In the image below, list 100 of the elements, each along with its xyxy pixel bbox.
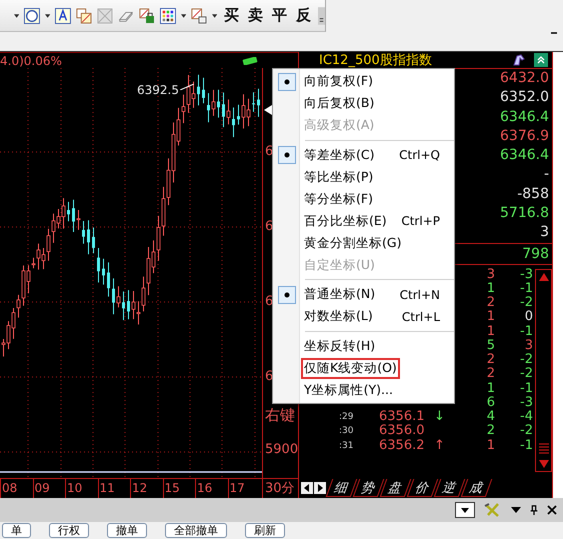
trade-price: 6356.2 [379, 438, 426, 453]
scroll-thumb-icon[interactable] [538, 441, 550, 456]
peak-price-label: 6392.5 [137, 83, 179, 97]
trade-volume: 1 [486, 282, 495, 296]
trade-price: 6356.0 [379, 424, 426, 439]
close-icon[interactable] [547, 505, 557, 515]
color-grid-icon[interactable] [160, 6, 176, 24]
double-caret-icon[interactable] [534, 53, 548, 67]
trade-volume: 1 [486, 324, 495, 339]
panel-tab[interactable]: 价 [406, 479, 438, 498]
text-tool-icon[interactable] [55, 6, 72, 24]
trade-change: -3 [519, 396, 534, 410]
menu-item[interactable]: 百分比坐标(E) Ctrl+P [273, 210, 454, 232]
axis-label: 6 [264, 144, 274, 160]
trade-change: 0 [524, 310, 534, 325]
axis-label: 6 [264, 219, 274, 235]
candlestick [257, 88, 260, 118]
quote-value: 6352.0 [500, 88, 549, 108]
menu-item[interactable]: 等分坐标(F) [273, 188, 454, 210]
candlestick [252, 92, 255, 112]
scroll-left-icon[interactable] [301, 482, 313, 494]
trade-time: :30 [339, 425, 354, 438]
scroll-down-icon[interactable] [538, 459, 550, 470]
menu-item[interactable]: 黄金分割坐标(G) [273, 232, 454, 254]
panel-tab[interactable]: 势 [352, 479, 384, 498]
menu-item[interactable]: 等差坐标(C) Ctrl+Q [273, 144, 454, 166]
menu-item[interactable]: 对数坐标(L) Ctrl+L [273, 306, 454, 328]
trade-volume: 2 [486, 367, 495, 382]
toolbar-grip-icon[interactable] [318, 6, 326, 26]
trade-time: :31 [339, 440, 354, 453]
quote-value: 6346.4 [500, 108, 549, 127]
menu-item[interactable]: 向前复权(F) [273, 71, 454, 93]
contract-title: IC12_500股指指数 [319, 52, 432, 69]
candlestick [217, 89, 220, 118]
menu-item[interactable]: 坐标反转(H) [273, 335, 454, 358]
candlestick [107, 262, 110, 298]
trade-change: -1 [519, 324, 534, 339]
candlestick [226, 98, 230, 125]
quote-value: 6432.0 [500, 69, 549, 88]
copy-line-icon[interactable] [76, 6, 92, 24]
order-button[interactable]: 全部撤单 [165, 523, 227, 538]
menu-item[interactable]: 普通坐标(N) Ctrl+N [273, 284, 454, 306]
total-value: 798 [522, 244, 549, 264]
trade-button[interactable]: 买 [222, 6, 241, 25]
candlestick [82, 220, 85, 244]
trade-volume: 1 [486, 310, 495, 325]
trade-volume: 1 [486, 382, 495, 396]
candlestick [197, 74, 200, 106]
lock-icon[interactable] [138, 6, 155, 24]
order-button[interactable]: 撤单 [107, 523, 147, 538]
trade-change: -2 [519, 296, 534, 310]
quote-value: -858 [517, 184, 549, 204]
trade-direction-arrow: ↑ [434, 438, 446, 453]
candlestick [122, 291, 125, 321]
panel-tab[interactable]: 细 [326, 479, 358, 498]
trade-button[interactable]: 平 [270, 6, 289, 25]
trade-change: -2 [519, 367, 534, 382]
trade-volume: 4 [486, 410, 495, 424]
dropdown-arrow-icon[interactable] [180, 14, 186, 18]
menu-item[interactable]: Y坐标属性(Y)... [273, 379, 454, 402]
candlestick [112, 278, 115, 315]
trade-change: -1 [519, 382, 534, 396]
pin-icon[interactable] [529, 505, 539, 515]
menu-item[interactable]: 等比坐标(P) [273, 166, 454, 188]
trade-button[interactable]: 反 [294, 6, 313, 25]
candlestick [202, 77, 205, 104]
trade-change: -2 [519, 353, 534, 368]
circle-tool-icon[interactable] [24, 6, 40, 24]
order-button[interactable]: 刷新 [245, 523, 285, 538]
dropdown-arrow-icon[interactable] [212, 14, 217, 18]
horse-icon[interactable] [512, 53, 526, 67]
panel-tab[interactable]: 逆 [434, 479, 466, 498]
order-button[interactable]: 行权 [49, 523, 89, 538]
trade-volume: 3 [486, 268, 495, 282]
axis-label: 6 [264, 369, 274, 385]
order-button[interactable]: 单 [2, 523, 31, 538]
panel-tab[interactable]: 成 [460, 479, 492, 498]
trade-price: 6356.1 [379, 410, 426, 424]
trade-change: -3 [519, 268, 534, 282]
dropdown-arrow-icon[interactable] [45, 14, 50, 18]
candlestick [72, 199, 75, 232]
trade-change: 3 [524, 338, 534, 353]
quote-value: 5716.8 [500, 204, 549, 224]
candlestick [102, 258, 105, 286]
scroll-right-icon[interactable] [314, 482, 326, 494]
scrollbar[interactable] [535, 268, 552, 472]
axis-label: 6 [264, 294, 274, 310]
dropdown-arrow-icon[interactable] [511, 505, 521, 515]
dropdown-arrow-icon[interactable] [14, 14, 20, 18]
trade-button[interactable]: 卖 [246, 6, 265, 25]
dropdown-icon[interactable] [455, 502, 475, 518]
line-style-icon[interactable] [190, 6, 207, 24]
scroll-up-icon[interactable] [538, 272, 550, 282]
panel-tab[interactable]: 盘 [380, 479, 412, 498]
trade-change: -4 [519, 410, 534, 424]
axis-label: 5900 [264, 442, 298, 458]
trade-volume: 2 [486, 296, 495, 310]
menu-item[interactable]: 向后复权(B) [273, 92, 454, 115]
candlestick [232, 106, 235, 138]
candlestick [92, 227, 95, 254]
